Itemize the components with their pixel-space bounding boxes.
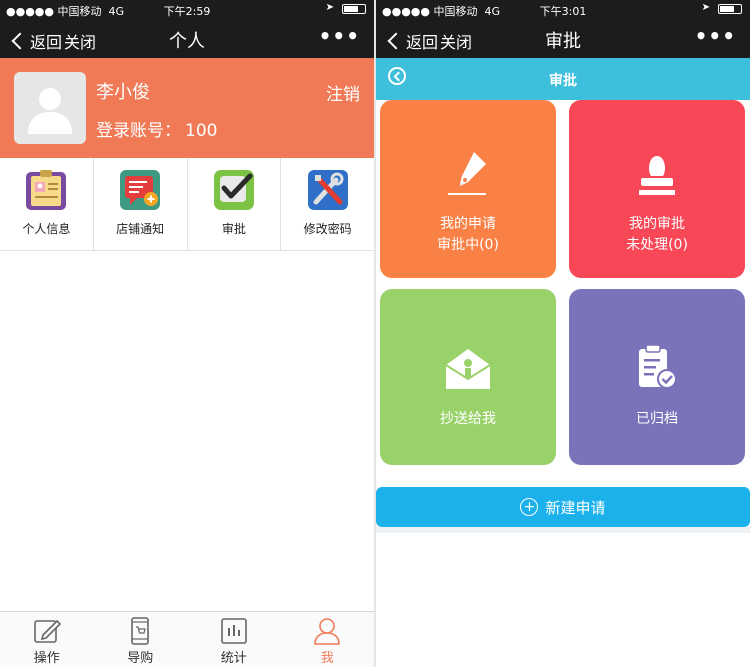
menu-item-approval[interactable]: 审批 bbox=[188, 158, 282, 250]
user-silhouette-icon bbox=[28, 88, 72, 134]
battery-icon bbox=[718, 4, 742, 14]
menu-item-personal-info[interactable]: 个人信息 bbox=[0, 158, 94, 250]
menu-label: 个人信息 bbox=[22, 222, 71, 236]
profile-header: 李小俊 注销 登录账号： 100 bbox=[0, 58, 374, 158]
nav-bar: 返回 关闭 审批 ••• bbox=[376, 20, 750, 58]
tile-cc-to-me[interactable]: 抄送给我 bbox=[380, 289, 556, 465]
status-bar: ●●●●● 中国移动 4G 下午3:01 ➤ bbox=[376, 0, 750, 20]
menu-label: 店铺通知 bbox=[116, 222, 165, 236]
user-icon bbox=[314, 618, 341, 645]
tab-me[interactable]: 我 bbox=[281, 612, 375, 667]
location-icon: ➤ bbox=[701, 2, 710, 13]
tile-status: 未处理(0) bbox=[626, 237, 688, 253]
tile-title: 抄送给我 bbox=[440, 411, 496, 427]
bottom-shade bbox=[376, 527, 750, 533]
battery-icon bbox=[342, 4, 366, 14]
menu-item-change-password[interactable]: 修改密码 bbox=[281, 158, 374, 250]
tab-label: 统计 bbox=[220, 651, 247, 666]
approval-subheader: 审批 bbox=[376, 58, 750, 100]
subheader-title: 审批 bbox=[549, 73, 577, 89]
menu-label: 审批 bbox=[221, 222, 246, 236]
tile-my-requests[interactable]: 我的申请 审批中(0) bbox=[380, 100, 556, 278]
user-name: 李小俊 bbox=[96, 82, 150, 103]
tab-label: 操作 bbox=[33, 651, 60, 666]
tab-label: 我 bbox=[320, 651, 334, 666]
tab-shopping-guide[interactable]: 导购 bbox=[94, 612, 188, 667]
profile-screen: ●●●●● 中国移动 4G 下午2:59 ➤ 返回 关闭 个人 ••• 李小俊 … bbox=[0, 0, 374, 667]
chart-icon bbox=[220, 618, 247, 644]
nav-bar: 返回 关闭 个人 ••• bbox=[0, 20, 374, 58]
edit-icon bbox=[33, 619, 61, 643]
more-button[interactable]: ••• bbox=[695, 24, 736, 48]
status-bar: ●●●●● 中国移动 4G 下午2:59 ➤ bbox=[0, 0, 374, 20]
id-card-icon bbox=[24, 168, 68, 212]
tab-bar: 操作 导购 统计 我 bbox=[0, 611, 374, 667]
tools-icon bbox=[306, 168, 350, 212]
phone-icon bbox=[131, 617, 150, 645]
new-request-button[interactable]: + 新建申请 bbox=[376, 487, 750, 527]
tile-title: 已归档 bbox=[636, 411, 678, 427]
account-info: 登录账号： 100 bbox=[96, 121, 218, 141]
logout-button[interactable]: 注销 bbox=[326, 80, 360, 105]
menu-label: 修改密码 bbox=[303, 222, 352, 236]
pen-icon bbox=[448, 152, 486, 195]
status-time: 下午2:59 bbox=[163, 5, 211, 18]
clipboard-check-icon bbox=[639, 344, 677, 389]
notice-icon bbox=[118, 168, 162, 212]
menu-grid: 个人信息 店铺通知 审批 修改密码 bbox=[0, 158, 374, 251]
tile-status: 审批中(0) bbox=[437, 237, 499, 253]
new-request-label: 新建申请 bbox=[545, 498, 606, 517]
mail-icon bbox=[445, 349, 491, 389]
more-button[interactable]: ••• bbox=[319, 24, 360, 48]
tile-title: 我的审批 bbox=[629, 216, 685, 232]
tile-title: 我的申请 bbox=[440, 216, 496, 232]
tab-label: 导购 bbox=[127, 651, 154, 666]
status-time: 下午3:01 bbox=[539, 5, 587, 18]
menu-item-store-notice[interactable]: 店铺通知 bbox=[94, 158, 188, 250]
tab-statistics[interactable]: 统计 bbox=[187, 612, 281, 667]
avatar[interactable] bbox=[14, 72, 86, 144]
tab-operations[interactable]: 操作 bbox=[0, 612, 94, 667]
tile-my-approvals[interactable]: 我的审批 未处理(0) bbox=[569, 100, 745, 278]
plus-circle-icon: + bbox=[520, 498, 539, 516]
check-icon bbox=[212, 168, 256, 212]
approval-screen: ●●●●● 中国移动 4G 下午3:01 ➤ 返回 关闭 审批 ••• 审批 我… bbox=[376, 0, 750, 667]
location-icon: ➤ bbox=[325, 2, 334, 13]
tile-archived[interactable]: 已归档 bbox=[569, 289, 745, 465]
stamp-icon bbox=[639, 156, 675, 195]
